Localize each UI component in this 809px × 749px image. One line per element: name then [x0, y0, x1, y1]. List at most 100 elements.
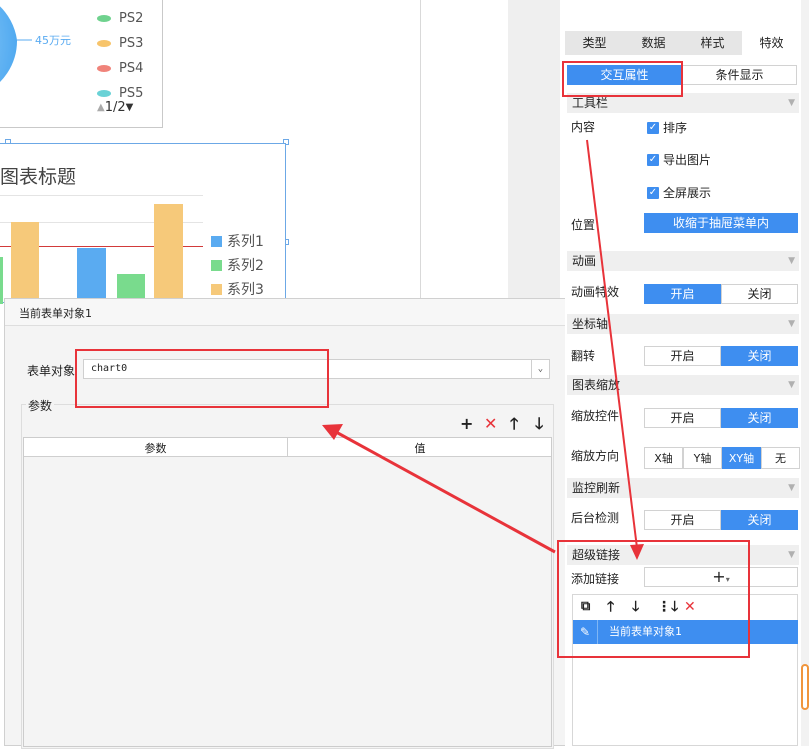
caret-down-icon: ▼ — [788, 483, 795, 493]
legend-swatch — [211, 235, 222, 247]
zoom-control-label: 缩放控件 — [571, 409, 620, 423]
annotation-box-subtab — [562, 61, 683, 97]
pager-prev-icon[interactable]: ▲ — [97, 102, 105, 113]
checkbox-label: 导出图片 — [663, 153, 712, 167]
column-header-param[interactable]: 参数 — [24, 440, 287, 456]
bar-legend-item[interactable]: 系列1 — [211, 231, 264, 251]
pie-chart-widget[interactable]: 45万元 PS2 PS3 PS4 PS5 ▲ 1/2 ▼ — [0, 0, 163, 128]
subtab-condition[interactable]: 条件显示 — [682, 65, 797, 85]
arrow-down-icon[interactable]: 🡓 — [535, 416, 543, 432]
section-title: 动画 — [572, 254, 597, 268]
legend-pager: ▲ 1/2 ▼ — [97, 100, 133, 115]
checkbox-fullscreen[interactable]: ✓ 全屏展示 — [647, 184, 711, 201]
pie-legend-item[interactable]: PS4 — [97, 61, 143, 76]
legend-swatch — [211, 283, 222, 295]
zoom-dir-xy[interactable]: XY轴 — [722, 447, 761, 469]
bar-chart-widget[interactable]: 图表标题 系列1 系列2 系列3 — [0, 143, 286, 304]
checkbox-checked-icon: ✓ — [647, 121, 659, 134]
bar — [0, 257, 3, 304]
zoom-dir-none[interactable]: 无 — [761, 447, 800, 469]
section-monitor[interactable]: 监控刷新 ▼ — [567, 478, 799, 498]
legend-swatch — [97, 15, 111, 22]
legend-swatch — [97, 65, 111, 72]
pie-legend-item[interactable]: PS5 — [97, 86, 143, 101]
toggle-off[interactable]: 关闭 — [721, 408, 798, 428]
section-title: 坐标轴 — [572, 317, 609, 331]
pager-text: 1/2 — [104, 100, 126, 115]
form-object-label: 表单对象 — [27, 364, 76, 378]
bar — [154, 204, 183, 304]
toggle-off[interactable]: 关闭 — [721, 510, 798, 530]
table-header: 参数 值 — [24, 438, 551, 457]
legend-label: 系列1 — [227, 234, 264, 250]
property-tabs: 类型 数据 样式 特效 — [565, 31, 801, 55]
section-axis[interactable]: 坐标轴 ▼ — [567, 314, 799, 334]
caret-down-icon: ▼ — [788, 319, 795, 329]
checkbox-sort[interactable]: ✓ 排序 — [647, 119, 687, 136]
background-check-toggle: 开启 关闭 — [644, 510, 798, 530]
panel-scrollbar-thumb[interactable] — [801, 664, 809, 710]
caret-down-icon: ▼ — [788, 380, 795, 390]
column-header-value[interactable]: 值 — [288, 440, 552, 456]
caret-down-icon: ▼ — [788, 550, 795, 560]
toggle-on[interactable]: 开启 — [644, 284, 721, 304]
animation-effect-label: 动画特效 — [571, 285, 620, 299]
toggle-on[interactable]: 开启 — [644, 408, 721, 428]
gridline — [0, 195, 203, 196]
section-title: 监控刷新 — [572, 481, 621, 495]
checkbox-export-image[interactable]: ✓ 导出图片 — [647, 151, 711, 168]
delete-icon[interactable]: ✕ — [484, 416, 497, 432]
pager-next-icon[interactable]: ▼ — [126, 102, 134, 113]
legend-label: 系列3 — [227, 282, 264, 298]
section-zoom[interactable]: 图表缩放 ▼ — [567, 375, 799, 395]
toggle-off[interactable]: 关闭 — [721, 284, 798, 304]
caret-down-icon: ▼ — [788, 98, 795, 108]
pie-legend-item[interactable]: PS2 — [97, 11, 143, 26]
bar — [77, 248, 106, 304]
bar-legend-item[interactable]: 系列2 — [211, 255, 264, 275]
section-title: 图表缩放 — [572, 378, 621, 392]
legend-label: PS3 — [119, 36, 144, 51]
caret-down-icon: ▼ — [788, 256, 795, 266]
toggle-on[interactable]: 开启 — [644, 510, 721, 530]
legend-label: PS2 — [119, 11, 144, 26]
legend-swatch — [97, 40, 111, 47]
section-animation[interactable]: 动画 ▼ — [567, 251, 799, 271]
legend-swatch — [97, 90, 111, 97]
flip-toggle: 开启 关闭 — [644, 346, 798, 366]
bar-legend-item[interactable]: 系列3 — [211, 279, 264, 299]
tab-effects[interactable]: 特效 — [742, 31, 801, 55]
position-label: 位置 — [571, 218, 596, 232]
tab-type[interactable]: 类型 — [565, 31, 624, 55]
chevron-down-icon[interactable]: ⌄ — [531, 360, 549, 378]
add-icon[interactable]: + — [460, 416, 473, 432]
legend-label: PS5 — [119, 86, 144, 101]
checkbox-checked-icon: ✓ — [647, 186, 659, 199]
pie-slice — [0, 6, 18, 82]
toggle-on[interactable]: 开启 — [644, 346, 721, 366]
panel-scrollbar-track[interactable] — [801, 0, 809, 746]
zoom-direction-label: 缩放方向 — [571, 449, 620, 463]
checkbox-checked-icon: ✓ — [647, 153, 659, 166]
content-label: 内容 — [571, 120, 596, 134]
pie-legend-item[interactable]: PS3 — [97, 36, 143, 51]
zoom-control-toggle: 开启 关闭 — [644, 408, 798, 428]
zoom-direction-toggle: X轴 Y轴 XY轴 无 — [644, 447, 800, 469]
tab-data[interactable]: 数据 — [624, 31, 683, 55]
arrow-up-icon[interactable]: 🡑 — [510, 416, 518, 432]
background-check-label: 后台检测 — [571, 511, 620, 525]
toggle-off[interactable]: 关闭 — [721, 346, 798, 366]
dialog-title: 当前表单对象1 — [5, 299, 571, 326]
annotation-box-hyperlink — [557, 540, 750, 658]
section-title: 工具栏 — [572, 96, 609, 110]
chart-title: 图表标题 — [0, 166, 77, 188]
zoom-dir-y[interactable]: Y轴 — [683, 447, 722, 469]
annotation-box-form-object — [75, 349, 329, 408]
checkbox-label: 排序 — [663, 121, 688, 135]
position-select[interactable]: 收缩于抽屉菜单内 — [644, 213, 798, 233]
checkbox-label: 全屏展示 — [663, 186, 712, 200]
tab-style[interactable]: 样式 — [683, 31, 742, 55]
flip-label: 翻转 — [571, 349, 596, 363]
legend-label: 系列2 — [227, 258, 264, 274]
zoom-dir-x[interactable]: X轴 — [644, 447, 683, 469]
